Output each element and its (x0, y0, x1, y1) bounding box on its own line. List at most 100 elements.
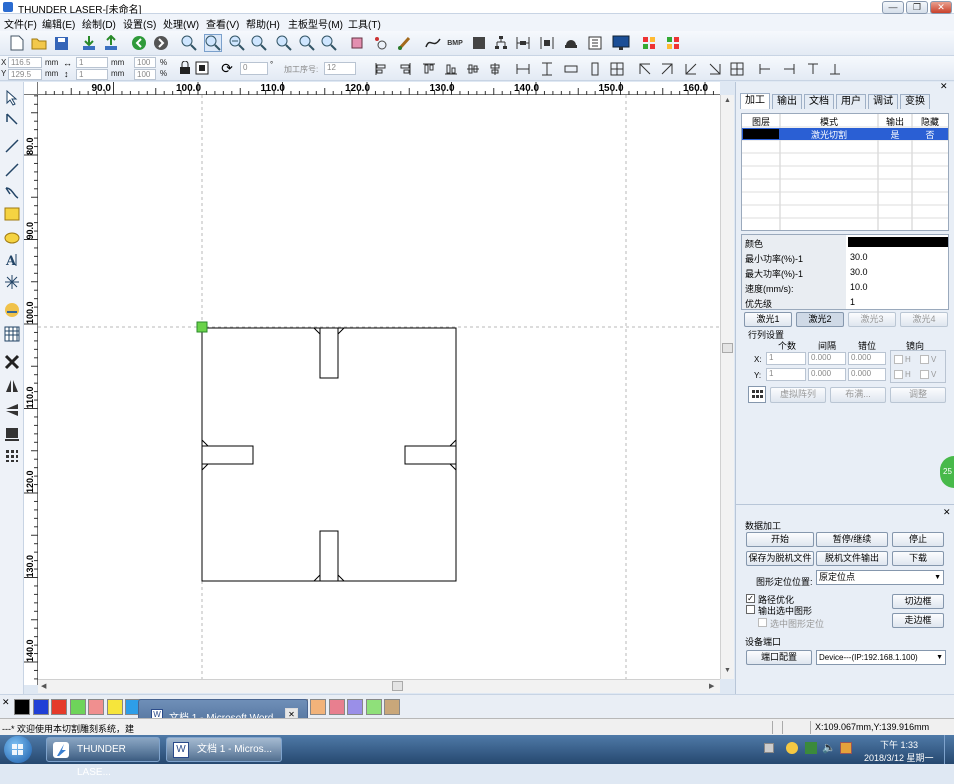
palette-swatch[interactable] (88, 699, 104, 715)
mirror-v-icon[interactable] (2, 400, 22, 420)
array-x-count[interactable]: 1 (766, 352, 806, 365)
zoom-data-icon[interactable] (320, 34, 338, 52)
fill-layout-button[interactable]: 布满... (830, 387, 886, 403)
pause-button[interactable]: 暂停/继续 (816, 532, 888, 547)
mirror-x-h-checkbox[interactable] (894, 355, 903, 364)
offline-output-button[interactable]: 脱机文件输出 (816, 551, 888, 566)
open-folder-icon[interactable] (30, 34, 48, 52)
scale-h-field[interactable]: 100 (134, 69, 156, 80)
keyboard-icon[interactable] (764, 743, 774, 753)
menu-draw[interactable]: 绘制(D) (82, 16, 116, 31)
output-selected-checkbox[interactable] (746, 605, 755, 614)
array-grid-icon[interactable] (748, 386, 766, 403)
node-arrow-icon[interactable] (2, 110, 22, 130)
mirror-y-v-checkbox[interactable] (920, 370, 929, 379)
palette-swatch[interactable] (69, 699, 86, 715)
ellipse-tool-icon[interactable] (2, 228, 22, 248)
v-dist-icon[interactable] (538, 34, 556, 52)
tab-user[interactable]: 用户 (836, 94, 866, 109)
palette-swatch[interactable] (347, 699, 363, 715)
corner-bl-icon[interactable] (682, 60, 700, 78)
prop-max-power-value[interactable]: 30.0 (850, 267, 868, 277)
same-size-icon[interactable] (562, 60, 580, 78)
zoom-fit-icon[interactable] (250, 34, 268, 52)
align-bottom-icon[interactable] (442, 60, 460, 78)
rotate-angle-field[interactable]: 0 (240, 62, 268, 75)
laser3-button[interactable]: 激光3 (848, 312, 896, 327)
h-dist-icon[interactable] (514, 34, 532, 52)
maximize-button[interactable]: ❐ (906, 1, 928, 14)
same-height-icon[interactable] (538, 60, 556, 78)
data-close-icon[interactable]: ✕ (943, 507, 951, 518)
fill-rect-icon[interactable] (470, 34, 488, 52)
security-icon[interactable] (786, 742, 798, 754)
undo-icon[interactable] (130, 34, 148, 52)
horizontal-scroll-thumb[interactable] (392, 681, 403, 691)
palette-swatch[interactable] (106, 699, 123, 715)
menu-board-model[interactable]: 主板型号(M) (288, 16, 343, 31)
array-x-gap[interactable]: 0.000 (808, 352, 846, 365)
mirror-h-icon[interactable] (2, 376, 22, 396)
array-y-offset[interactable]: 0.000 (848, 368, 886, 381)
flag-icon[interactable] (840, 742, 852, 754)
zoom-select-icon[interactable] (204, 34, 222, 52)
left-edge-icon[interactable] (756, 60, 774, 78)
curve-icon[interactable] (424, 34, 442, 52)
point-tool-icon[interactable] (2, 272, 22, 292)
monitor-icon[interactable] (612, 34, 630, 52)
corner-tl-icon[interactable] (636, 60, 654, 78)
laser-head-icon[interactable] (562, 34, 580, 52)
right-edge-icon[interactable] (780, 60, 798, 78)
height-field[interactable]: 1 (76, 69, 108, 80)
volume-icon[interactable]: 🔈 (822, 741, 836, 754)
mirror-x-v-checkbox[interactable] (920, 355, 929, 364)
select-arrow-icon[interactable] (2, 88, 22, 108)
prop-priority-value[interactable]: 1 (850, 297, 855, 307)
tree-icon[interactable] (492, 34, 510, 52)
walk-frame-button[interactable]: 走边框 (892, 613, 944, 628)
laser1-button[interactable]: 激光1 (744, 312, 792, 327)
adjust-button[interactable]: 调整 (890, 387, 946, 403)
download-button[interactable]: 下载 (892, 551, 944, 566)
save-offline-button[interactable]: 保存为脱机文件 (746, 551, 814, 566)
palette-swatch[interactable] (328, 699, 345, 715)
network-icon[interactable] (805, 742, 817, 754)
corner-br-icon[interactable] (706, 60, 724, 78)
color-grid2-icon[interactable] (664, 34, 682, 52)
scale-w-field[interactable]: 100 (134, 57, 156, 68)
bottom-align-icon[interactable] (2, 424, 22, 444)
bitmap-tool-icon[interactable] (2, 300, 22, 320)
align-hcenter-icon[interactable] (486, 60, 504, 78)
same-width-icon[interactable] (514, 60, 532, 78)
page-center-icon[interactable] (608, 60, 626, 78)
close-button[interactable]: ✕ (930, 1, 952, 14)
color-grid-icon[interactable] (640, 34, 658, 52)
zoom-page-icon[interactable] (275, 34, 293, 52)
corner-tr-icon[interactable] (658, 60, 676, 78)
vertical-scrollbar[interactable]: ▲ ▼ (720, 95, 734, 679)
menu-settings[interactable]: 设置(S) (123, 16, 156, 31)
zoom-all-icon[interactable] (298, 34, 316, 52)
prop-min-power-value[interactable]: 30.0 (850, 252, 868, 262)
scroll-down-icon[interactable]: ▼ (724, 667, 731, 674)
stop-button[interactable]: 停止 (892, 532, 944, 547)
show-desktop-button[interactable] (944, 735, 954, 764)
table-icon[interactable] (586, 34, 604, 52)
virtual-array-button[interactable]: 虚拟阵列 (770, 387, 826, 403)
grid-tool-icon[interactable] (2, 446, 22, 466)
rectangle-tool-icon[interactable] (2, 204, 22, 224)
zoom-out-icon[interactable] (228, 34, 246, 52)
start-button[interactable]: 开始 (746, 532, 814, 547)
zoom-in-icon[interactable] (180, 34, 198, 52)
tab-document[interactable]: 文档 (804, 94, 834, 109)
taskbar-item-word[interactable]: W 文档 1 - Micros... (166, 737, 282, 762)
horizontal-scrollbar[interactable]: ◀ ▶ (38, 679, 720, 693)
menu-process[interactable]: 处理(W) (163, 16, 199, 31)
x-position-field[interactable]: 116.5 (8, 57, 42, 68)
select-locate-checkbox[interactable] (758, 618, 767, 627)
path-optimize-checkbox[interactable]: ✓ (746, 594, 755, 603)
new-file-icon[interactable] (8, 34, 26, 52)
tab-debug[interactable]: 调试 (868, 94, 898, 109)
array-y-offset-gap[interactable]: 0.000 (808, 368, 846, 381)
menu-help[interactable]: 帮助(H) (246, 16, 280, 31)
